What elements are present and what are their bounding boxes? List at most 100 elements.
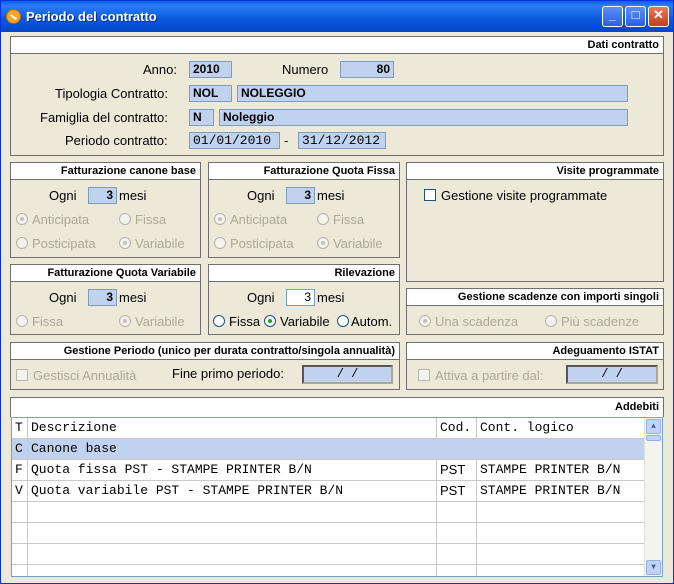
column-header-cont-logico[interactable]: Cont. logico <box>477 418 646 439</box>
canone-ogni-label: Ogni <box>49 188 77 203</box>
qvar-fissa-radio[interactable] <box>16 315 28 327</box>
istat-checkbox[interactable] <box>418 369 430 381</box>
scadenze-piu-label: Più scadenze <box>561 314 640 329</box>
scroll-down-icon[interactable]: ▼ <box>646 560 661 575</box>
canone-posticipata-radio[interactable] <box>16 237 28 249</box>
row-cont-cell: STAMPE PRINTER B/N <box>477 460 646 481</box>
qvar-mesi-label: mesi <box>119 290 147 305</box>
anno-field[interactable]: 2010 <box>189 61 232 78</box>
ril-variabile-label: Variabile <box>280 314 330 329</box>
row-cod-cell <box>437 439 477 460</box>
grid-vertical-scrollbar[interactable]: ▲ ▼ <box>644 418 662 576</box>
tipologia-code-field[interactable]: NOL <box>189 85 232 102</box>
qfissa-fissa-label: Fissa <box>333 212 365 227</box>
visite-checkbox[interactable] <box>424 189 436 201</box>
canone-mesi-field[interactable]: 3 <box>88 187 117 204</box>
row-type-cell: V <box>12 481 28 502</box>
empty-cell <box>28 502 437 523</box>
qvar-variabile-label: Variabile <box>135 314 185 329</box>
empty-cell <box>477 523 646 544</box>
fine-periodo-field[interactable]: / / <box>302 365 393 384</box>
famiglia-code-field[interactable]: N <box>189 109 214 126</box>
qfissa-anticipata-label: Anticipata <box>230 212 288 227</box>
qvar-mesi-field[interactable]: 3 <box>88 289 117 306</box>
empty-cell <box>437 502 477 523</box>
column-header-t[interactable]: T <box>12 418 28 439</box>
grid-header-row: T Descrizione Cod. Cont. logico <box>12 418 646 439</box>
empty-cell <box>28 544 437 565</box>
app-icon[interactable] <box>6 9 21 24</box>
visite-header: Visite programmate <box>407 163 663 180</box>
row-cod-cell: PST <box>437 481 477 502</box>
table-row[interactable]: F Quota fissa PST - STAMPE PRINTER B/N P… <box>12 460 646 481</box>
qfissa-variabile-radio[interactable] <box>317 237 329 249</box>
ril-mesi-label: mesi <box>317 290 345 305</box>
canone-variabile-label: Variabile <box>135 236 185 251</box>
canone-anticipata-radio[interactable] <box>16 213 28 225</box>
table-row-empty[interactable] <box>12 523 646 544</box>
istat-header: Adeguamento ISTAT <box>407 343 663 360</box>
famiglia-desc-field[interactable]: Noleggio <box>219 109 628 126</box>
scadenze-piu-radio[interactable] <box>545 315 557 327</box>
canone-fissa-radio[interactable] <box>119 213 131 225</box>
table-row-empty[interactable] <box>12 565 646 576</box>
dati-contratto-header: Dati contratto <box>11 37 663 54</box>
scadenze-una-label: Una scadenza <box>435 314 519 329</box>
qfissa-posticipata-radio[interactable] <box>214 237 226 249</box>
numero-field[interactable]: 80 <box>340 61 394 78</box>
table-row[interactable]: C Canone base <box>12 439 646 460</box>
qvar-variabile-radio[interactable] <box>119 315 131 327</box>
empty-cell <box>477 544 646 565</box>
ril-ogni-label: Ogni <box>247 290 275 305</box>
minimize-button[interactable]: _ <box>602 6 623 27</box>
empty-cell <box>12 523 28 544</box>
addebiti-header: Addebiti <box>11 398 663 417</box>
row-cont-cell <box>477 439 646 460</box>
empty-cell <box>28 565 437 576</box>
addebiti-grid[interactable]: T Descrizione Cod. Cont. logico C Canone… <box>11 417 663 577</box>
empty-cell <box>12 544 28 565</box>
annualita-checkbox[interactable] <box>16 369 28 381</box>
periodo-start-field[interactable]: 01/01/2010 <box>189 132 280 149</box>
maximize-button[interactable]: □ <box>625 6 646 27</box>
empty-cell <box>477 565 646 576</box>
ril-fissa-radio[interactable] <box>213 315 225 327</box>
column-header-descrizione[interactable]: Descrizione <box>28 418 437 439</box>
table-row-empty[interactable] <box>12 544 646 565</box>
gestione-periodo-header: Gestione Periodo (unico per durata contr… <box>11 343 399 360</box>
ril-mesi-field[interactable]: 3 <box>286 289 315 306</box>
scroll-thumb[interactable] <box>646 435 661 441</box>
canone-fissa-label: Fissa <box>135 212 167 227</box>
qfissa-fissa-radio[interactable] <box>317 213 329 225</box>
anno-label: Anno: <box>143 62 177 77</box>
visite-panel: Visite programmate <box>406 162 664 282</box>
empty-cell <box>437 544 477 565</box>
table-row[interactable]: V Quota variabile PST - STAMPE PRINTER B… <box>12 481 646 502</box>
empty-cell <box>12 565 28 576</box>
row-type-cell: F <box>12 460 28 481</box>
empty-cell <box>12 502 28 523</box>
qfissa-anticipata-radio[interactable] <box>214 213 226 225</box>
istat-date-field[interactable]: / / <box>566 365 658 384</box>
row-cod-cell: PST <box>437 460 477 481</box>
canone-variabile-radio[interactable] <box>119 237 131 249</box>
row-descrizione-cell: Canone base <box>31 441 117 456</box>
ril-autom-radio[interactable] <box>337 315 349 327</box>
numero-label: Numero <box>282 62 329 77</box>
scadenze-una-radio[interactable] <box>419 315 431 327</box>
tipologia-desc-field[interactable]: NOLEGGIO <box>237 85 628 102</box>
row-descrizione-cell: Quota fissa PST - STAMPE PRINTER B/N <box>28 460 437 481</box>
table-row-empty[interactable] <box>12 502 646 523</box>
qvar-ogni-label: Ogni <box>49 290 77 305</box>
fine-periodo-label: Fine primo periodo: <box>172 366 284 381</box>
periodo-end-field[interactable]: 31/12/2012 <box>298 132 386 149</box>
title-bar[interactable]: Periodo del contratto _ □ ✕ <box>1 1 673 32</box>
qfissa-mesi-label: mesi <box>317 188 345 203</box>
qfissa-mesi-field[interactable]: 3 <box>286 187 315 204</box>
ril-fissa-label: Fissa <box>229 314 261 329</box>
close-button[interactable]: ✕ <box>648 6 669 27</box>
canone-mesi-label: mesi <box>119 188 147 203</box>
scroll-up-icon[interactable]: ▲ <box>646 419 661 434</box>
ril-variabile-radio[interactable] <box>264 315 276 327</box>
column-header-cod[interactable]: Cod. <box>437 418 477 439</box>
